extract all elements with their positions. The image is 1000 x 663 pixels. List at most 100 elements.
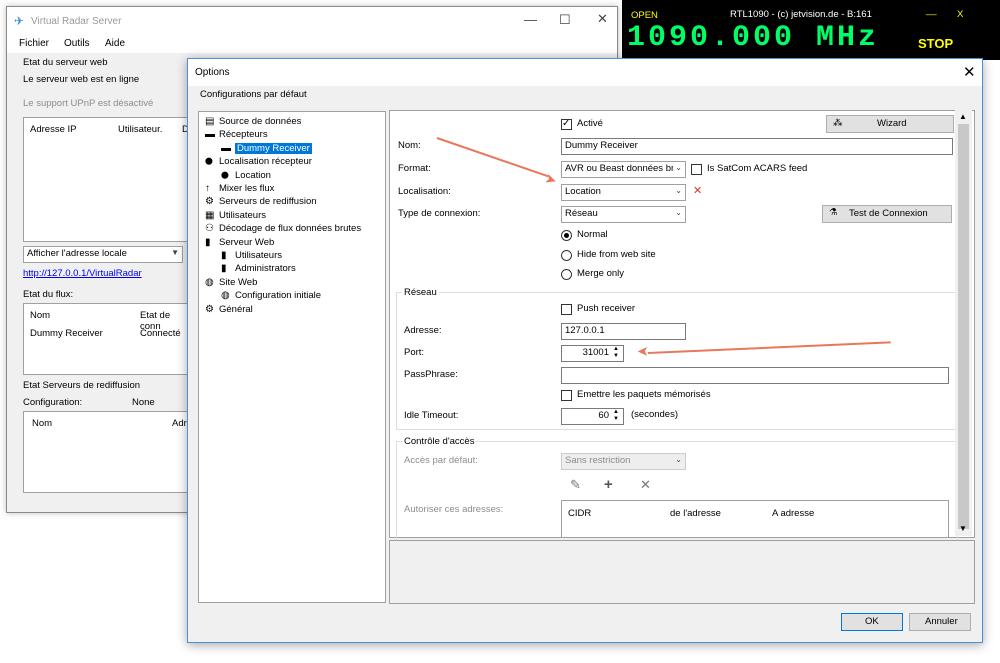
ok-label: OK bbox=[865, 616, 879, 627]
rtl-close-button[interactable]: X bbox=[957, 9, 963, 20]
tree-item[interactable]: Site Web bbox=[219, 277, 257, 288]
clear-location-icon[interactable]: ✕ bbox=[693, 184, 702, 197]
tree-item[interactable]: Dummy Receiver bbox=[235, 142, 312, 154]
port-stepper[interactable]: 31001 ▲ ▼ bbox=[561, 345, 624, 362]
address-display-value: Afficher l'adresse locale bbox=[27, 248, 127, 259]
vrs-window-title: Virtual Radar Server bbox=[31, 16, 122, 27]
tree-item[interactable]: Décodage de flux données brutes bbox=[219, 223, 361, 234]
cancel-button[interactable]: Annuler bbox=[909, 613, 971, 631]
push-receiver-label: Push receiver bbox=[577, 303, 636, 314]
col-from-address[interactable]: de l'adresse bbox=[670, 508, 721, 519]
menu-tools[interactable]: Outils bbox=[64, 38, 90, 49]
tree-item[interactable]: Récepteurs bbox=[219, 129, 268, 140]
col-name[interactable]: Nom bbox=[32, 418, 52, 429]
emit-buffered-label: Emettre les paquets mémorisés bbox=[577, 389, 711, 400]
emit-buffered-checkbox[interactable] bbox=[561, 390, 572, 401]
connection-type-label: Type de connexion: bbox=[398, 208, 481, 219]
tree-item[interactable]: Administrators bbox=[235, 263, 296, 274]
tree-item[interactable]: Utilisateurs bbox=[219, 210, 266, 221]
close-icon[interactable]: ✕ bbox=[963, 63, 976, 81]
feed-status-grid[interactable]: Nom Etat de conn Dummy Receiver Connecté bbox=[23, 303, 193, 375]
rtl-open-button[interactable]: OPEN bbox=[631, 10, 658, 21]
passphrase-input[interactable] bbox=[561, 367, 949, 384]
radio-hide-from-web[interactable] bbox=[561, 250, 572, 261]
enabled-checkbox[interactable]: ✓ bbox=[561, 118, 572, 130]
close-icon[interactable]: ✕ bbox=[597, 11, 608, 27]
users-icon: ▦ bbox=[205, 209, 215, 221]
tree-item[interactable]: Mixer les flux bbox=[219, 183, 274, 194]
tree-item[interactable]: Configuration initiale bbox=[235, 290, 321, 301]
wizard-button[interactable]: ⁂ Wizard bbox=[826, 115, 954, 133]
scroll-thumb[interactable] bbox=[958, 124, 969, 529]
config-label: Configuration: bbox=[23, 397, 83, 408]
radio-normal[interactable] bbox=[561, 230, 572, 241]
menu-help[interactable]: Aide bbox=[105, 38, 125, 49]
scroll-up-icon[interactable]: ▲ bbox=[959, 112, 967, 121]
col-name[interactable]: Nom bbox=[30, 310, 50, 321]
push-receiver-checkbox[interactable] bbox=[561, 304, 572, 315]
delete-icon[interactable]: ✕ bbox=[640, 477, 651, 493]
rebroadcast-status-header: Etat Serveurs de rediffusion bbox=[23, 380, 141, 391]
add-icon[interactable]: + bbox=[604, 476, 613, 493]
server-icon: ▮ bbox=[205, 236, 211, 248]
config-value: None bbox=[132, 397, 155, 408]
idle-timeout-unit: (secondes) bbox=[631, 409, 678, 420]
rebroadcast-grid[interactable]: Nom Adre bbox=[23, 411, 193, 493]
format-select[interactable]: AVR ou Beast données bru ⌄ bbox=[561, 161, 686, 178]
col-ip-address[interactable]: Adresse IP bbox=[30, 124, 76, 135]
location-pin-icon: ⬤ bbox=[221, 171, 229, 179]
feed-status-header: Etat du flux: bbox=[23, 289, 74, 300]
tree-item[interactable]: Serveurs de rediffusion bbox=[219, 196, 317, 207]
options-tree[interactable]: ▤ Source de données ▬ Récepteurs ▬ Dummy Rece… bbox=[198, 111, 386, 603]
menu-file[interactable]: Fichier bbox=[19, 38, 49, 49]
spin-arrows-icon[interactable]: ▲ ▼ bbox=[613, 346, 619, 360]
flask-icon: ⚗ bbox=[829, 207, 838, 218]
access-control-title: Contrôle d'accès bbox=[402, 436, 477, 447]
radio-hide-label: Hide from web site bbox=[577, 249, 656, 260]
ok-button[interactable]: OK bbox=[841, 613, 903, 631]
rtl-stop-button[interactable]: STOP bbox=[918, 36, 953, 51]
tree-item[interactable]: Général bbox=[219, 304, 253, 315]
web-clients-grid[interactable]: Adresse IP Utilisateur. D bbox=[23, 117, 193, 242]
radio-normal-label: Normal bbox=[577, 229, 608, 240]
col-cidr[interactable]: CIDR bbox=[568, 508, 591, 519]
web-status-header: Etat du serveur web bbox=[23, 57, 108, 68]
checkmark-icon: ✓ bbox=[562, 118, 571, 129]
cancel-label: Annuler bbox=[925, 616, 958, 627]
radio-merge-only[interactable] bbox=[561, 269, 572, 280]
idle-timeout-stepper[interactable]: 60 ▲ ▼ bbox=[561, 408, 624, 425]
tree-item[interactable]: Source de données bbox=[219, 116, 301, 127]
spin-arrows-icon[interactable]: ▲ ▼ bbox=[613, 409, 619, 423]
rtl-minimize-button[interactable]: __ bbox=[926, 5, 937, 16]
col-user[interactable]: Utilisateur. bbox=[118, 124, 162, 135]
maximize-icon[interactable]: ☐ bbox=[559, 12, 571, 28]
location-select[interactable]: Location ⌄ bbox=[561, 184, 686, 201]
gears-icon: ⚙ bbox=[205, 196, 214, 208]
tree-item[interactable]: Utilisateurs bbox=[235, 250, 282, 261]
connection-type-select[interactable]: Réseau ⌄ bbox=[561, 206, 686, 223]
address-display-combo[interactable]: Afficher l'adresse locale ▼ bbox=[23, 246, 183, 263]
edit-pencil-icon[interactable]: ✎ bbox=[570, 477, 581, 493]
location-value: Location bbox=[565, 186, 601, 197]
address-input[interactable]: 127.0.0.1 bbox=[561, 323, 686, 340]
local-url-link[interactable]: http://127.0.0.1/VirtualRadar bbox=[23, 268, 142, 279]
tree-item[interactable]: Location bbox=[235, 170, 271, 181]
name-input[interactable]: Dummy Receiver bbox=[561, 138, 953, 155]
info-panel bbox=[389, 540, 975, 604]
default-access-select[interactable]: Sans restriction ⌄ bbox=[561, 453, 686, 470]
cidr-grid[interactable]: CIDR de l'adresse A adresse bbox=[561, 500, 949, 538]
scroll-down-icon[interactable]: ▼ bbox=[959, 524, 967, 533]
col-to-address[interactable]: A adresse bbox=[772, 508, 814, 519]
tree-item[interactable]: Localisation récepteur bbox=[219, 156, 312, 167]
document-icon: ▤ bbox=[205, 116, 215, 127]
minimize-icon[interactable]: — bbox=[524, 12, 537, 27]
name-input-value: Dummy Receiver bbox=[565, 140, 638, 151]
table-row[interactable]: Dummy Receiver Connecté bbox=[24, 326, 192, 342]
globe-icon: ◍ bbox=[205, 276, 214, 288]
satcom-checkbox[interactable] bbox=[691, 164, 702, 175]
web-status-text: Le serveur web est en ligne bbox=[23, 74, 140, 85]
server-icon: ▮ bbox=[221, 263, 227, 275]
settings-scrollbar[interactable]: ▲ ▼ bbox=[955, 110, 972, 536]
test-connection-button[interactable]: ⚗ Test de Connexion bbox=[822, 205, 952, 223]
tree-item[interactable]: Serveur Web bbox=[219, 237, 274, 248]
